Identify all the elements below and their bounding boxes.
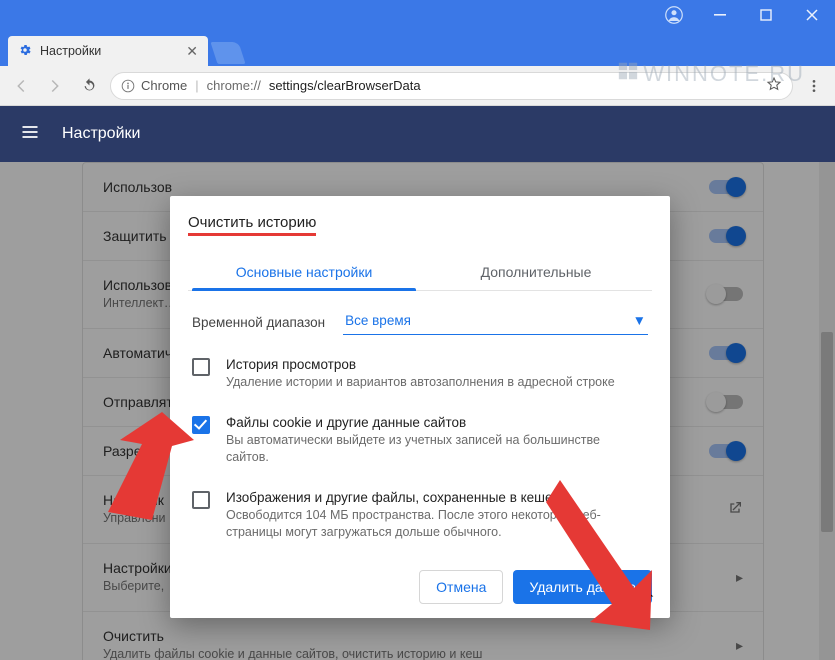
browser-toolbar: Chrome | chrome://settings/clearBrowserD…	[0, 66, 835, 106]
confirm-button-label: Удалить данные	[529, 579, 636, 595]
settings-stage: ИспользовЗащититьИспользовИнтеллект… бра…	[0, 162, 835, 660]
browser-tab-active[interactable]: Настройки ✕	[8, 36, 208, 66]
omnibox-url-scheme: chrome://	[207, 78, 261, 93]
address-bar[interactable]: Chrome | chrome://settings/clearBrowserD…	[110, 72, 793, 100]
minimize-button[interactable]	[697, 0, 743, 30]
tab-close-icon[interactable]: ✕	[186, 43, 198, 60]
dialog-options: История просмотров Удаление истории и вар…	[192, 345, 648, 552]
omnibox-chip-label: Chrome	[141, 78, 187, 93]
tab-title: Настройки	[40, 44, 101, 58]
browser-tabstrip: Настройки ✕	[0, 30, 835, 66]
omnibox-url-path: settings/clearBrowserData	[269, 78, 421, 93]
option-desc: Освободится 104 МБ пространства. После э…	[226, 507, 626, 541]
close-button[interactable]	[789, 0, 835, 30]
new-tab-button[interactable]	[210, 42, 245, 64]
cancel-button[interactable]: Отмена	[419, 570, 503, 604]
maximize-button[interactable]	[743, 0, 789, 30]
window-titlebar	[0, 0, 835, 30]
gear-icon	[18, 43, 32, 60]
checkbox[interactable]	[192, 491, 210, 509]
account-icon[interactable]	[651, 0, 697, 30]
option-title: Файлы cookie и другие данные сайтов	[226, 415, 626, 430]
site-info-icon[interactable]: Chrome	[121, 78, 187, 93]
back-button[interactable]	[8, 73, 34, 99]
option-title: История просмотров	[226, 357, 615, 372]
option-title: Изображения и другие файлы, сохраненные …	[226, 490, 626, 505]
tab-advanced[interactable]: Дополнительные	[420, 254, 652, 290]
forward-button[interactable]	[42, 73, 68, 99]
clear-data-dialog: Очистить историю Основные настройки Допо…	[170, 196, 670, 618]
clear-data-option: Изображения и другие файлы, сохраненные …	[192, 478, 648, 553]
option-desc: Удаление истории и вариантов автозаполне…	[226, 374, 615, 391]
time-range-select[interactable]: Все время ▼	[343, 309, 648, 335]
clear-data-option: История просмотров Удаление истории и вар…	[192, 345, 648, 403]
time-range-label: Временной диапазон	[192, 315, 325, 330]
checkbox[interactable]	[192, 416, 210, 434]
time-range-value: Все время	[345, 313, 411, 328]
dialog-tabs: Основные настройки Дополнительные	[188, 254, 652, 291]
hamburger-icon[interactable]	[20, 122, 40, 147]
reload-button[interactable]	[76, 73, 102, 99]
dropdown-icon: ▼	[633, 313, 646, 328]
bookmark-icon[interactable]	[766, 76, 782, 95]
browser-menu-button[interactable]	[801, 73, 827, 99]
clear-data-option: Файлы cookie и другие данные сайтов Вы ав…	[192, 403, 648, 478]
confirm-button[interactable]: Удалить данные	[513, 570, 652, 604]
page: Настройки ИспользовЗащититьИспользовИнте…	[0, 106, 835, 660]
mouse-cursor-icon	[638, 584, 656, 609]
checkbox[interactable]	[192, 358, 210, 376]
dialog-title: Очистить историю	[188, 214, 652, 240]
option-desc: Вы автоматически выйдете из учетных запи…	[226, 432, 626, 466]
tab-basic[interactable]: Основные настройки	[188, 254, 420, 290]
page-header: Настройки	[0, 106, 835, 162]
page-title: Настройки	[62, 125, 140, 143]
